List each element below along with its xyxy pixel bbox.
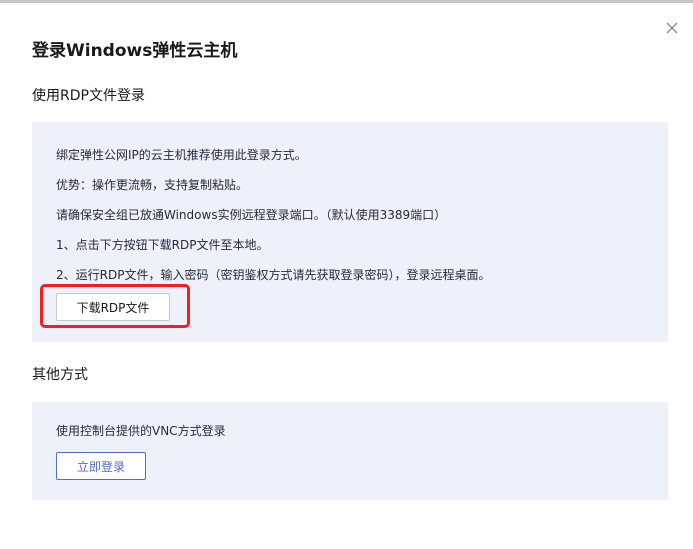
rdp-info-line: 优势：操作更流畅，支持复制粘贴。 — [56, 178, 249, 192]
rdp-info-line: 2、运行RDP文件，输入密码（密钥鉴权方式请先获取登录密码），登录远程桌面。 — [56, 268, 491, 282]
rdp-info-line: 绑定弹性公网IP的云主机推荐使用此登录方式。 — [56, 148, 307, 162]
other-section-title: 其他方式 — [32, 367, 88, 383]
close-icon — [666, 22, 678, 34]
vnc-description: 使用控制台提供的VNC方式登录 — [56, 424, 226, 438]
login-now-button[interactable]: 立即登录 — [56, 452, 146, 480]
close-button[interactable] — [663, 19, 681, 37]
dialog-title: 登录Windows弹性云主机 — [32, 41, 238, 61]
download-rdp-button[interactable]: 下载RDP文件 — [56, 293, 170, 321]
rdp-section-title: 使用RDP文件登录 — [32, 88, 145, 104]
rdp-info-line: 请确保安全组已放通Windows实例远程登录端口。（默认使用3389端口） — [56, 208, 447, 222]
rdp-info-panel: 绑定弹性公网IP的云主机推荐使用此登录方式。 优势：操作更流畅，支持复制粘贴。 … — [32, 122, 668, 342]
rdp-info-line: 1、点击下方按钮下载RDP文件至本地。 — [56, 238, 269, 252]
vnc-info-panel: 使用控制台提供的VNC方式登录 立即登录 — [32, 402, 668, 500]
login-dialog: 登录Windows弹性云主机 使用RDP文件登录 绑定弹性公网IP的云主机推荐使… — [0, 0, 693, 549]
